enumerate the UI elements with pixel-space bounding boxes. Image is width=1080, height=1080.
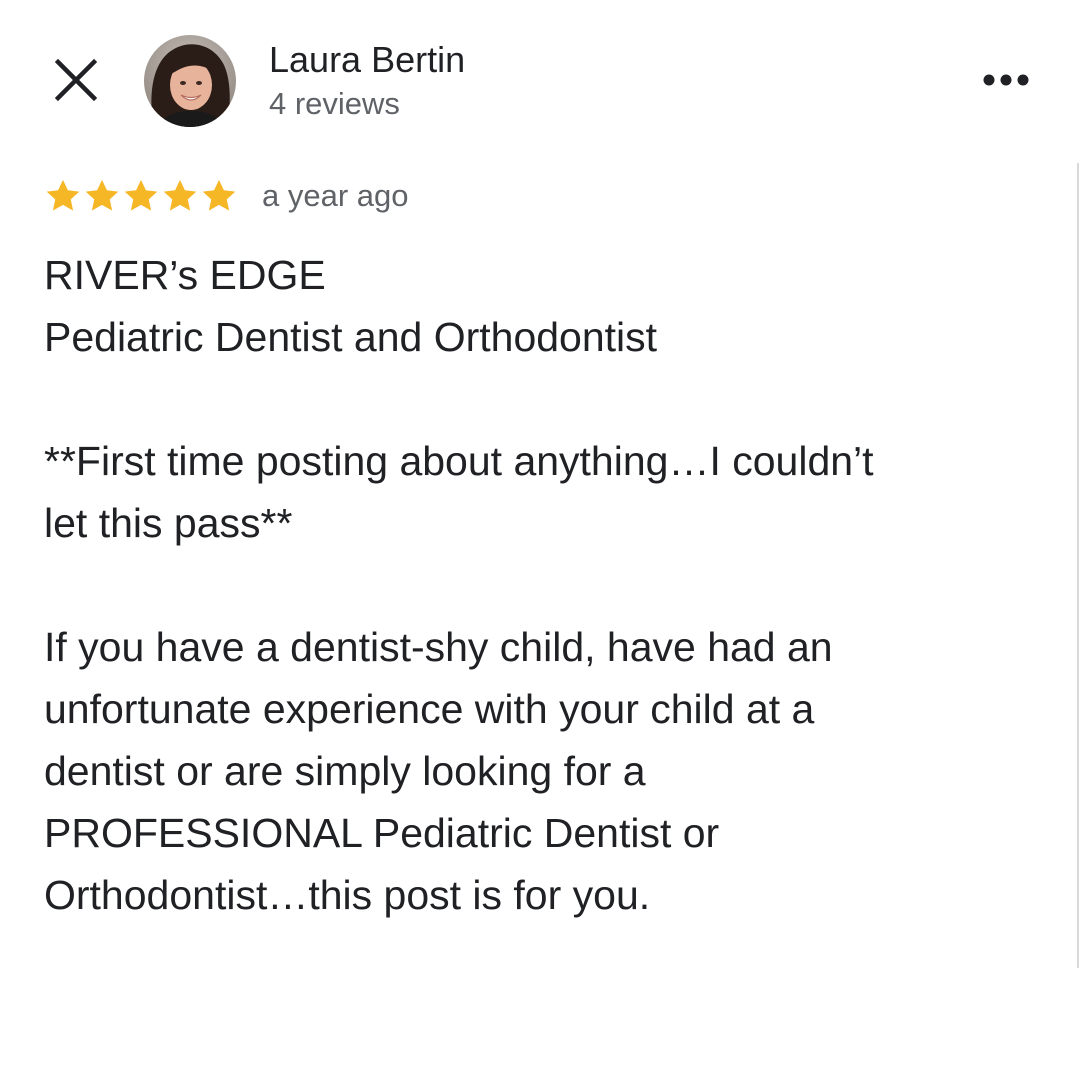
review-text-line: Orthodontist…this post is for you.: [44, 872, 651, 918]
star-icon: [46, 179, 80, 211]
star-icon: [163, 179, 197, 211]
review-text-line: PROFESSIONAL Pediatric Dentist or: [44, 810, 720, 856]
avatar[interactable]: [144, 35, 236, 127]
star-rating: [44, 177, 238, 215]
rating-row: a year ago: [44, 174, 409, 218]
star-icon: [85, 179, 119, 211]
more-options-button[interactable]: [978, 64, 1034, 96]
more-options-icon: [983, 74, 1029, 86]
review-timestamp: a year ago: [262, 178, 409, 213]
review-text-line: unfortunate experience with your child a…: [44, 686, 815, 732]
profile-photo: [144, 35, 236, 127]
review-text-line: RIVER’s EDGE: [44, 252, 326, 298]
star-icon: [124, 179, 158, 211]
star-icon: [202, 179, 236, 211]
review-text-line: dentist or are simply looking for a: [44, 748, 646, 794]
review-text: RIVER’s EDGE Pediatric Dentist and Orthod…: [44, 244, 1044, 926]
close-icon: [54, 58, 98, 102]
author-name[interactable]: Laura Bertin: [269, 38, 465, 82]
close-button[interactable]: [52, 56, 100, 104]
review-text-line: If you have a dentist-shy child, have ha…: [44, 624, 833, 670]
review-text-line: **First time posting about anything…I co…: [44, 438, 874, 484]
review-text-line: let this pass**: [44, 500, 293, 546]
review-text-line: Pediatric Dentist and Orthodontist: [44, 314, 658, 360]
scroll-edge-line: [1077, 163, 1079, 968]
review-count: 4 reviews: [269, 86, 400, 121]
